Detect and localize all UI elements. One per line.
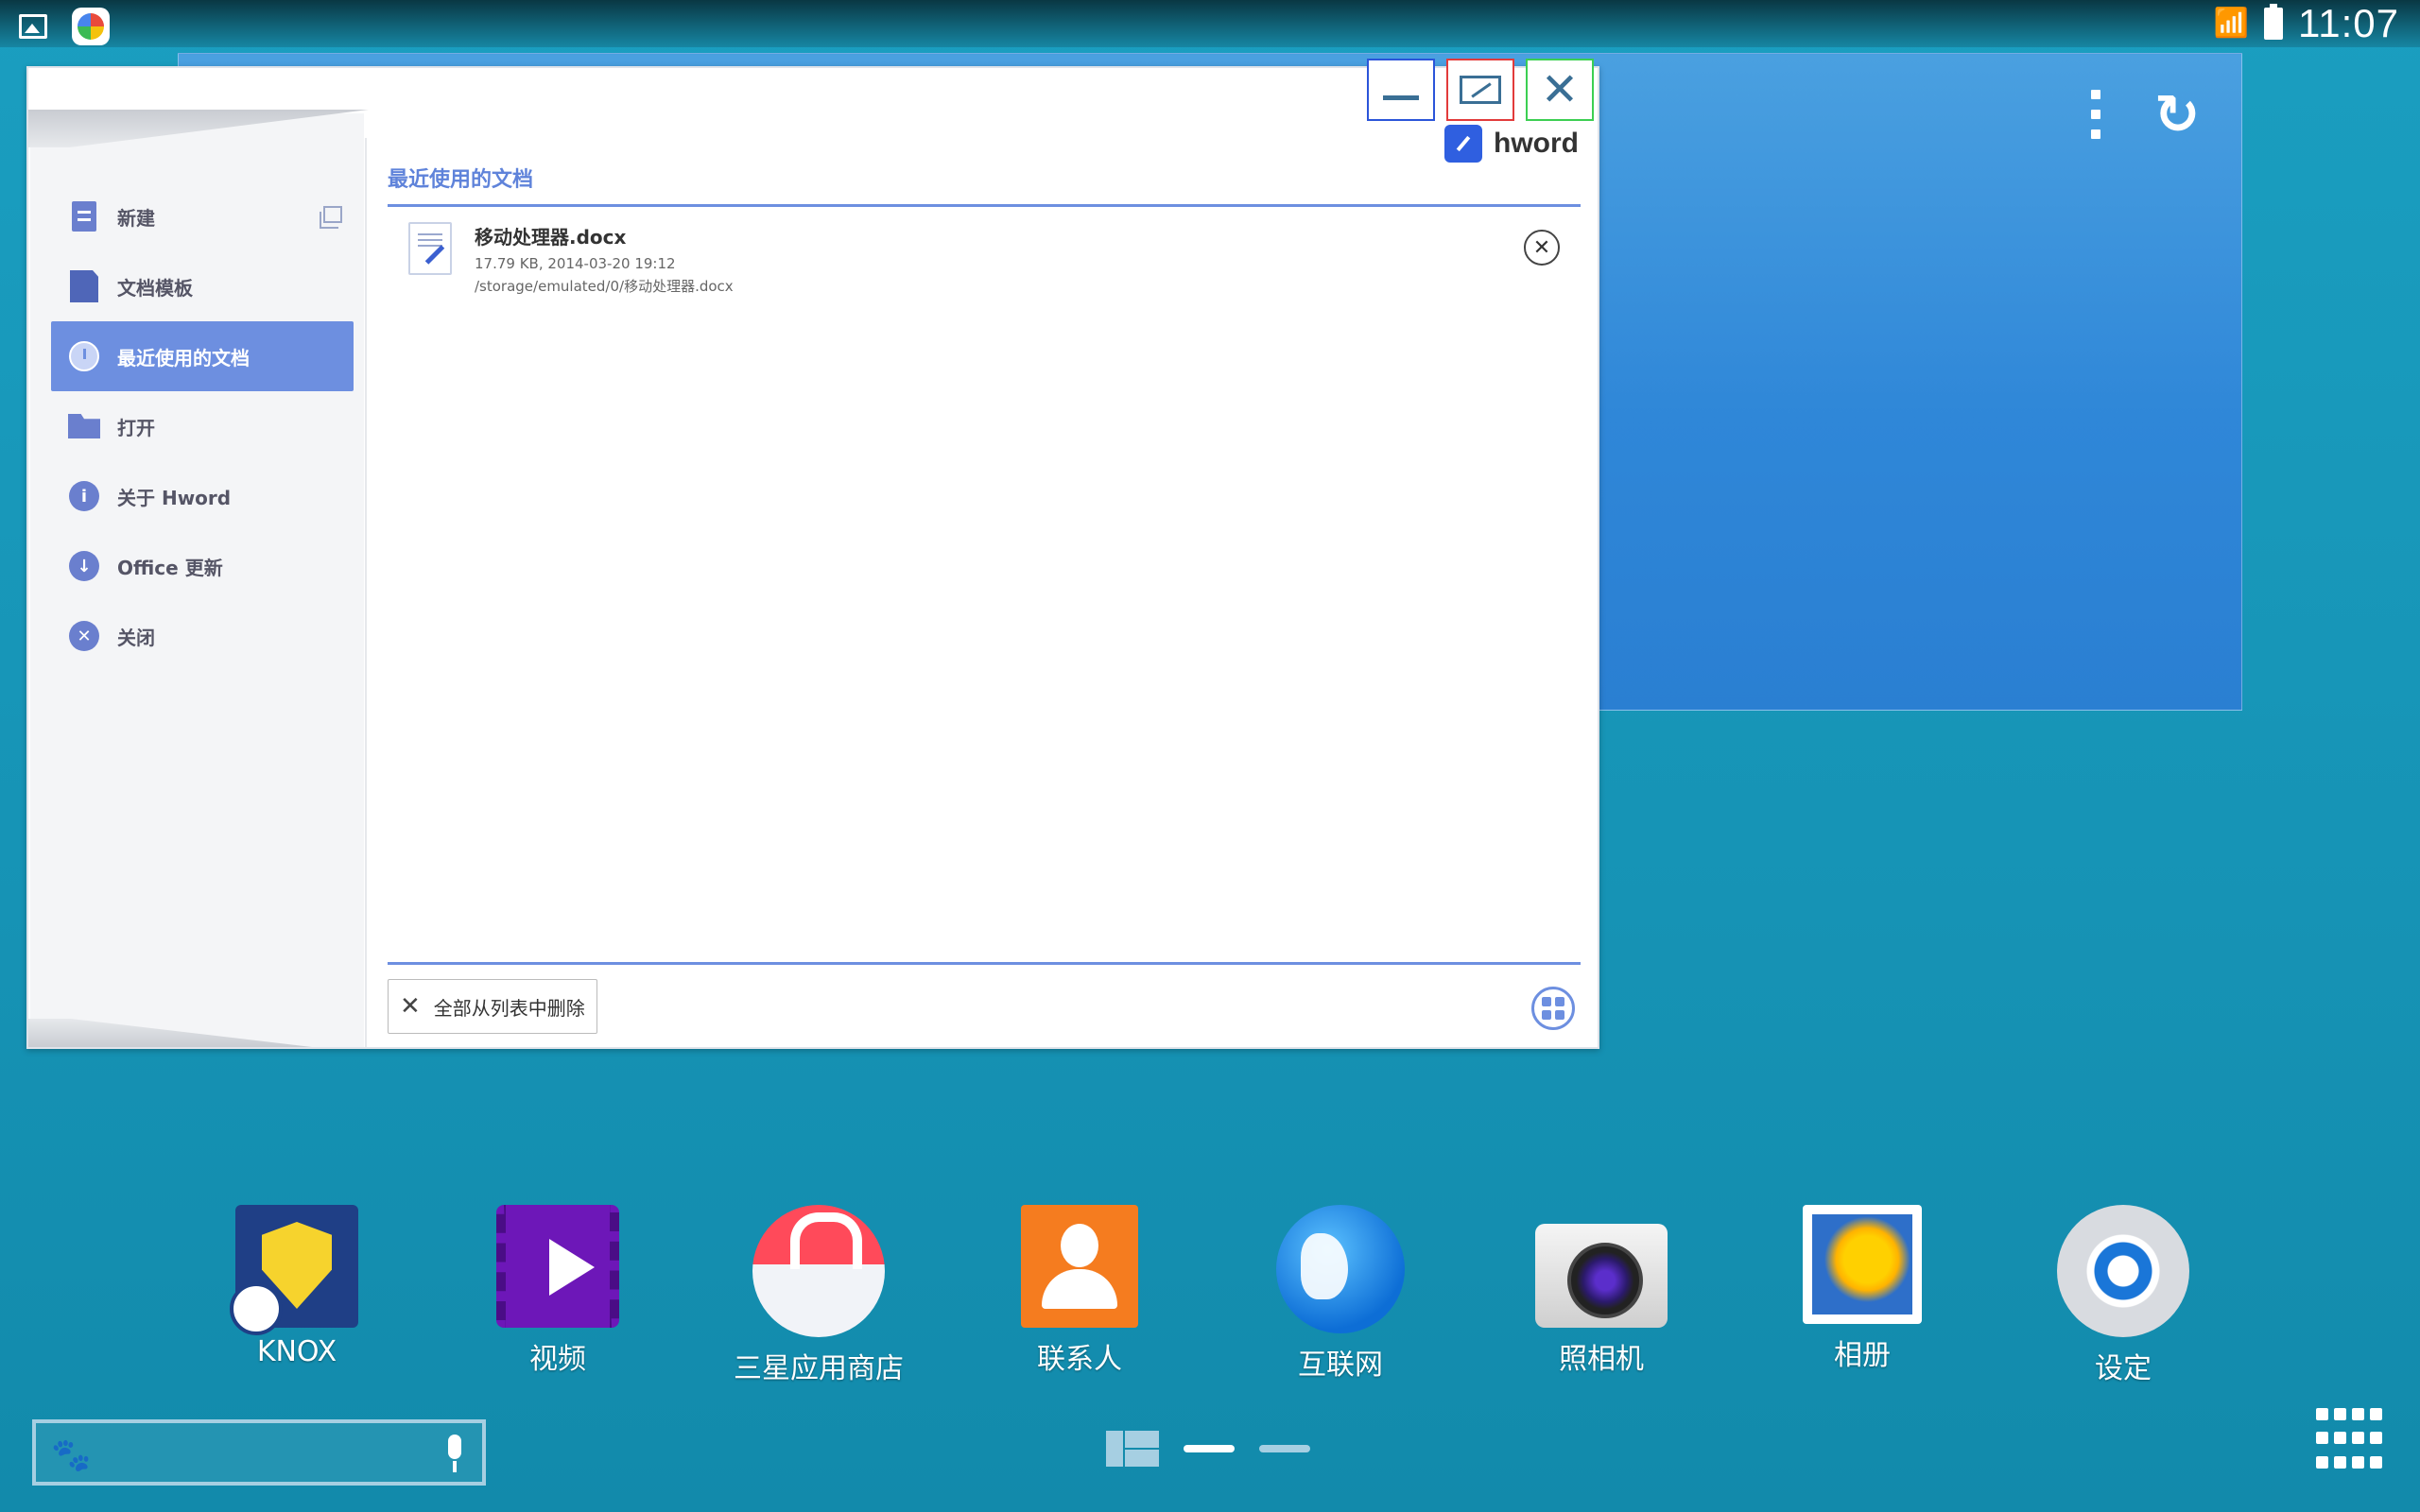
video-icon	[496, 1205, 619, 1328]
page-indicator-active[interactable]	[1184, 1445, 1235, 1452]
sidebar-item-open[interactable]: 打开	[51, 391, 354, 461]
sidebar-item-label: 关闭	[117, 626, 155, 649]
knox-icon	[230, 1205, 358, 1335]
clear-all-button[interactable]: ✕ 全部从列表中删除	[388, 979, 597, 1034]
minimize-button[interactable]	[1367, 59, 1435, 121]
app-label: 联系人	[1037, 1343, 1122, 1376]
status-bar: 📶 11:07	[0, 0, 2420, 47]
camera-icon	[1535, 1224, 1668, 1328]
maximize-icon	[1460, 76, 1501, 104]
app-knox[interactable]: KNOX	[193, 1205, 401, 1368]
app-brand: hword	[1444, 125, 1579, 163]
sidebar-item-label: 关于 Hword	[117, 486, 232, 509]
app-gallery[interactable]: 相册	[1758, 1205, 1966, 1373]
page-indicator	[1106, 1431, 1310, 1467]
app-label: 互联网	[1298, 1349, 1383, 1382]
maximize-button[interactable]	[1446, 59, 1514, 121]
refresh-icon[interactable]: ↻	[2151, 87, 2204, 142]
internet-icon	[1276, 1205, 1405, 1333]
sidebar-item-label: 新建	[117, 206, 155, 230]
clock-icon	[68, 340, 100, 372]
wifi-icon: 📶	[2213, 7, 2249, 40]
battery-icon	[2264, 4, 2283, 40]
gallery-icon	[1803, 1205, 1922, 1324]
sidebar-item-templates[interactable]: 文档模板	[51, 251, 354, 321]
template-icon	[68, 270, 100, 302]
store-icon	[752, 1205, 885, 1337]
clear-all-label: 全部从列表中删除	[433, 996, 585, 1020]
sidebar-menu: 新建 文档模板 最近使用的文档 打开 i 关于 Hword ↓ Office 更…	[51, 181, 354, 671]
remove-file-button[interactable]: ✕	[1524, 230, 1560, 266]
page-indicator-inactive[interactable]	[1259, 1445, 1310, 1452]
folder-icon	[68, 410, 100, 442]
settings-icon	[2057, 1205, 2189, 1337]
sidebar-item-office-update[interactable]: ↓ Office 更新	[51, 531, 354, 601]
app-label: 设定	[2095, 1352, 2152, 1385]
search-widget[interactable]: 🐾	[32, 1419, 486, 1486]
close-icon: ✕	[400, 992, 421, 1021]
app-internet[interactable]: 互联网	[1236, 1205, 1444, 1383]
minimize-icon	[1383, 94, 1419, 100]
baidu-paw-icon: 🐾	[51, 1436, 92, 1474]
hword-window: 新建 文档模板 最近使用的文档 打开 i 关于 Hword ↓ Office 更…	[26, 59, 1599, 1049]
new-window-icon[interactable]	[320, 206, 342, 229]
app-name: hword	[1494, 128, 1579, 159]
app-settings[interactable]: 设定	[2019, 1205, 2227, 1386]
microphone-icon[interactable]	[444, 1435, 465, 1472]
recent-documents-panel: 最近使用的文档 移动处理器.docx 17.79 KB, 2014-03-20 …	[388, 163, 1581, 301]
close-window-button[interactable]: ✕	[1526, 59, 1594, 121]
sidebar: 新建 文档模板 最近使用的文档 打开 i 关于 Hword ↓ Office 更…	[28, 68, 371, 1047]
status-time: 11:07	[2298, 1, 2399, 45]
info-icon: i	[68, 480, 100, 512]
gallery-notification-icon[interactable]	[19, 14, 47, 39]
app-contacts[interactable]: 联系人	[976, 1205, 1184, 1377]
file-name: 移动处理器.docx	[475, 226, 627, 249]
app-store[interactable]: 三星应用商店	[715, 1205, 923, 1386]
all-apps-icon[interactable]	[2316, 1408, 2382, 1474]
hword-logo-icon	[1444, 125, 1482, 163]
file-path: /storage/emulated/0/移动处理器.docx	[475, 278, 734, 295]
window-controls: ✕	[1367, 59, 1594, 121]
close-circle-icon: ✕	[68, 620, 100, 652]
app-notification-icon[interactable]	[72, 8, 110, 45]
more-options-icon[interactable]	[2090, 90, 2101, 139]
app-video[interactable]: 视频	[454, 1205, 662, 1377]
home-screen-widgets-icon[interactable]	[1106, 1431, 1159, 1467]
sidebar-item-about[interactable]: i 关于 Hword	[51, 461, 354, 531]
app-label: 照相机	[1559, 1343, 1644, 1376]
app-camera[interactable]: 照相机	[1497, 1205, 1705, 1377]
sidebar-item-new[interactable]: 新建	[51, 181, 354, 251]
sidebar-item-label: 文档模板	[117, 276, 193, 300]
section-title: 最近使用的文档	[388, 163, 1581, 207]
app-label: 三星应用商店	[734, 1352, 904, 1385]
file-meta: 17.79 KB, 2014-03-20 19:12	[475, 255, 676, 272]
app-label: KNOX	[256, 1335, 337, 1368]
close-icon: ✕	[1540, 63, 1580, 116]
contacts-icon	[1021, 1205, 1138, 1328]
grid-view-button[interactable]	[1531, 987, 1575, 1030]
sidebar-item-close[interactable]: ✕ 关闭	[51, 601, 354, 671]
sidebar-item-label: 最近使用的文档	[117, 346, 250, 369]
sidebar-item-label: Office 更新	[117, 556, 223, 579]
app-dock: KNOX 视频 三星应用商店 联系人 互联网 照相机 相册 设定	[0, 1205, 2420, 1394]
sidebar-item-label: 打开	[117, 416, 155, 439]
app-label: 视频	[529, 1343, 586, 1376]
list-item[interactable]: 移动处理器.docx 17.79 KB, 2014-03-20 19:12 /s…	[388, 207, 1581, 301]
app-label: 相册	[1834, 1339, 1891, 1372]
new-document-icon	[68, 200, 100, 232]
document-file-icon	[408, 222, 452, 275]
download-icon: ↓	[68, 550, 100, 582]
sidebar-item-recent[interactable]: 最近使用的文档	[51, 321, 354, 391]
divider	[388, 962, 1581, 965]
